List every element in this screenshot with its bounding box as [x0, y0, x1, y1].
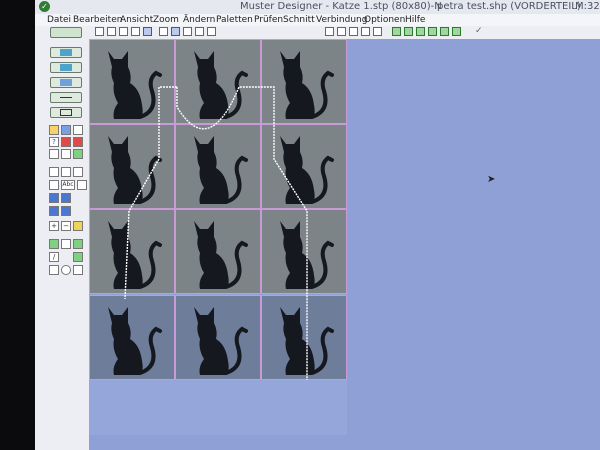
pattern-fill-1-icon[interactable]	[49, 193, 59, 203]
pattern-tool-4-button[interactable]	[50, 92, 82, 103]
zoom-icon[interactable]	[95, 27, 104, 36]
stamp-icon[interactable]	[373, 27, 382, 36]
menu-datei[interactable]: Datei	[47, 15, 71, 25]
mouse-cursor-icon: ➤	[487, 174, 496, 185]
shape-outline	[124, 86, 308, 380]
zoom-in-icon[interactable]	[107, 27, 116, 36]
picker-icon[interactable]	[73, 239, 83, 249]
window-title: Muster Designer - Katze 1.stp (80x80)-N	[240, 1, 442, 12]
menu-hilfe[interactable]: Hilfe	[405, 15, 425, 25]
pattern-fill-3-icon[interactable]	[49, 206, 59, 216]
menu-bar: Datei Bearbeiten Ansicht Zoom Ändern Pal…	[35, 14, 600, 26]
open-folder-icon[interactable]	[49, 125, 59, 135]
title-bar: ✓ Muster Designer - Katze 1.stp (80x80)-…	[35, 0, 600, 14]
status-readout: M:32	[575, 1, 600, 12]
paste-icon[interactable]	[73, 149, 83, 159]
square-icon[interactable]	[349, 27, 358, 36]
undo-icon[interactable]	[61, 137, 71, 147]
pattern-fill-4-icon[interactable]	[61, 206, 71, 216]
zoom-tool-icon[interactable]	[73, 221, 83, 231]
green-tool-2-icon[interactable]	[404, 27, 413, 36]
pattern-tool-2-button[interactable]	[50, 62, 82, 73]
cut-icon[interactable]	[49, 149, 59, 159]
pattern-tool-1-button[interactable]	[50, 47, 82, 58]
rotate-icon[interactable]	[207, 27, 216, 36]
screen: ✓ Muster Designer - Katze 1.stp (80x80)-…	[35, 0, 600, 450]
pan-icon[interactable]	[131, 27, 140, 36]
brush-icon[interactable]	[73, 252, 83, 262]
green-tool-1-icon[interactable]	[392, 27, 401, 36]
toolbar-shirt-button[interactable]	[50, 27, 82, 38]
green-tool-5-icon[interactable]	[440, 27, 449, 36]
green-tool-4-icon[interactable]	[428, 27, 437, 36]
grid-icon[interactable]	[171, 27, 180, 36]
pattern-tool-5-button[interactable]	[50, 107, 82, 118]
green-tool-3-icon[interactable]	[416, 27, 425, 36]
menu-bearbeiten[interactable]: Bearbeiten	[73, 15, 122, 25]
copy-icon[interactable]	[61, 149, 71, 159]
menu-schnitt[interactable]: Schnitt	[283, 15, 315, 25]
print-icon[interactable]	[73, 125, 83, 135]
menu-optionen[interactable]: Optionen	[364, 15, 405, 25]
page-icon[interactable]	[195, 27, 204, 36]
hand-icon[interactable]	[143, 27, 152, 36]
frame-tool-icon[interactable]	[61, 167, 71, 177]
canvas-extent-area	[89, 380, 347, 435]
check-icon[interactable]: ✓	[475, 27, 484, 36]
layer-2-icon[interactable]	[77, 180, 87, 190]
frame-select-icon[interactable]	[361, 27, 370, 36]
eyedropper-icon[interactable]	[73, 265, 83, 275]
menu-verbindung[interactable]: Verbindung	[316, 15, 367, 25]
menu-ansicht[interactable]: Ansicht	[120, 15, 153, 25]
save-icon[interactable]	[61, 125, 71, 135]
fill-icon[interactable]	[61, 239, 71, 249]
text-tool-icon[interactable]: Abc	[61, 180, 75, 190]
left-tool-panel: ? Abc + − /	[35, 39, 89, 450]
green-tool-6-icon[interactable]	[452, 27, 461, 36]
layer-icon[interactable]	[73, 167, 83, 177]
toolbar: ✓	[35, 26, 600, 39]
menu-zoom[interactable]: Zoom	[153, 15, 179, 25]
shape-file-title: petra test.shp (VORDERTEIL)	[437, 1, 581, 12]
rectangle-icon[interactable]	[337, 27, 346, 36]
plus-icon[interactable]: +	[49, 221, 59, 231]
circle-tool-icon[interactable]	[61, 265, 71, 275]
zoom-out-icon[interactable]	[119, 27, 128, 36]
select-icon[interactable]	[325, 27, 334, 36]
minus-icon[interactable]: −	[61, 221, 71, 231]
menu-aendern[interactable]: Ändern	[183, 15, 215, 25]
rectangle-tool-icon[interactable]	[49, 265, 59, 275]
fit-icon[interactable]	[159, 27, 168, 36]
menu-pruefen[interactable]: Prüfen	[254, 15, 283, 25]
wave-icon[interactable]	[49, 180, 59, 190]
redo-icon[interactable]	[73, 137, 83, 147]
line-icon[interactable]: /	[49, 252, 59, 262]
app-logo-icon: ✓	[39, 1, 50, 12]
frame-icon[interactable]	[183, 27, 192, 36]
pattern-tool-3-button[interactable]	[50, 77, 82, 88]
menu-paletten[interactable]: Paletten	[216, 15, 253, 25]
pencil-icon[interactable]	[49, 239, 59, 249]
mirror-icon[interactable]	[49, 167, 59, 177]
pattern-fill-2-icon[interactable]	[61, 193, 71, 203]
help-icon[interactable]: ?	[49, 137, 59, 147]
